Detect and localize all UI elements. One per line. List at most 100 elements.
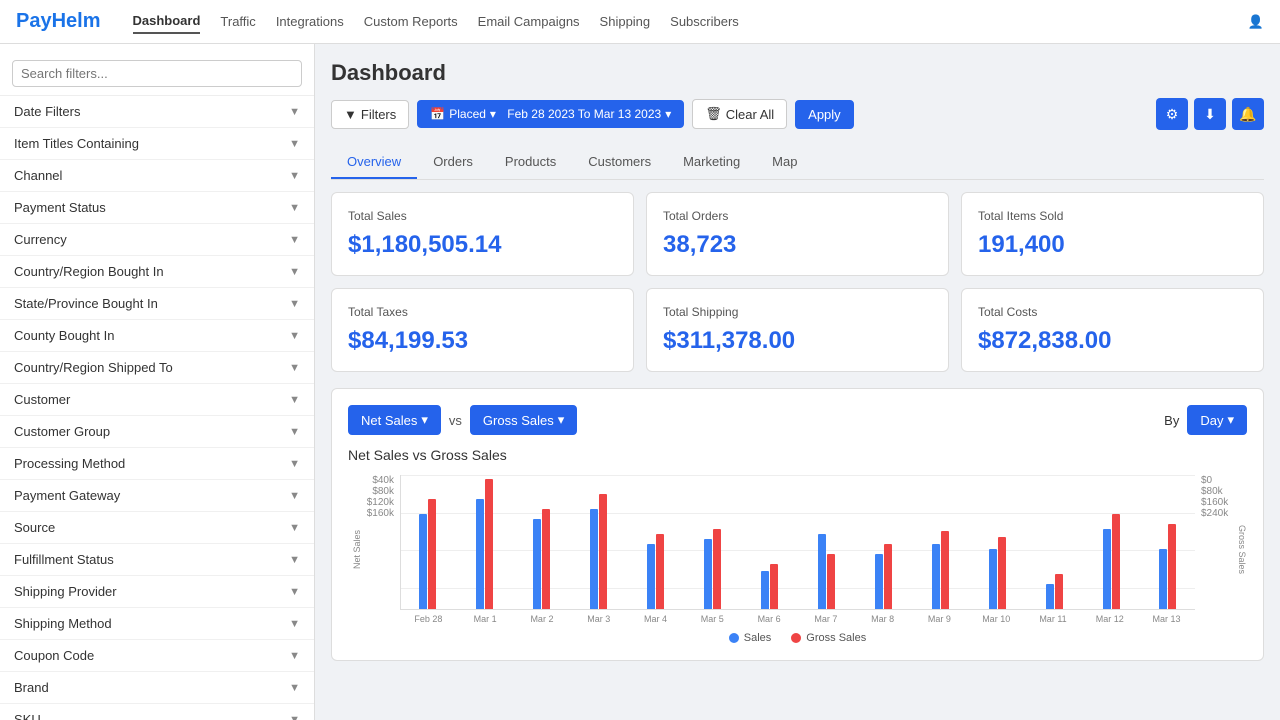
net-sales-button[interactable]: Net Sales ▾ (348, 405, 441, 435)
filter-item-coupon-code[interactable]: Coupon Code▼ (0, 640, 314, 672)
stat-value: $311,378.00 (663, 327, 932, 355)
bar-gross (599, 494, 607, 609)
filter-item-brand[interactable]: Brand▼ (0, 672, 314, 704)
filter-item-source[interactable]: Source▼ (0, 512, 314, 544)
y-tick-left: $80k (362, 486, 394, 497)
bar-group (629, 534, 683, 609)
x-label: Mar 9 (911, 614, 968, 624)
y-axis-right-label: Gross Sales (1233, 475, 1247, 624)
nav-item-custom-reports[interactable]: Custom Reports (364, 10, 458, 33)
y-tick-right: $240k (1201, 508, 1233, 519)
filter-item-country-region-bought-in[interactable]: Country/Region Bought In▼ (0, 256, 314, 288)
bar-group (458, 479, 512, 609)
user-menu[interactable]: 👤 (1248, 14, 1264, 30)
placed-button[interactable]: 📅 Placed ▾ Feb 28 2023 To Mar 13 2023 ▾ (417, 100, 684, 128)
chart-title: Net Sales vs Gross Sales (348, 447, 1247, 463)
filter-item-shipping-method[interactable]: Shipping Method▼ (0, 608, 314, 640)
day-button[interactable]: Day ▾ (1187, 405, 1247, 435)
vs-text: vs (449, 413, 462, 428)
chevron-down-icon: ▾ (490, 107, 496, 121)
nav-item-dashboard[interactable]: Dashboard (133, 9, 201, 34)
filter-item-county-bought-in[interactable]: County Bought In▼ (0, 320, 314, 352)
filter-item-processing-method[interactable]: Processing Method▼ (0, 448, 314, 480)
tab-marketing[interactable]: Marketing (667, 146, 756, 179)
brand-logo[interactable]: PayHelm (16, 10, 101, 33)
bar-gross (941, 531, 949, 609)
chevron-icon: ▼ (289, 202, 300, 214)
tab-map[interactable]: Map (756, 146, 813, 179)
trash-icon: 🗑 (705, 106, 722, 122)
filter-item-payment-status[interactable]: Payment Status ▼ (0, 192, 314, 224)
nav-item-shipping[interactable]: Shipping (600, 10, 651, 33)
filter-item-currency[interactable]: Currency▼ (0, 224, 314, 256)
gross-sales-button[interactable]: Gross Sales ▾ (470, 405, 577, 435)
bar-group (1141, 524, 1195, 609)
stat-label: Total Shipping (663, 305, 932, 319)
nav-item-traffic[interactable]: Traffic (220, 10, 255, 33)
filter-label: Payment Status (14, 200, 106, 215)
nav-item-email-campaigns[interactable]: Email Campaigns (478, 10, 580, 33)
filter-item-state-province-bought-in[interactable]: State/Province Bought In▼ (0, 288, 314, 320)
bar-gross (1168, 524, 1176, 609)
filter-item-sku[interactable]: SKU▼ (0, 704, 314, 720)
stat-label: Total Sales (348, 209, 617, 223)
x-label: Mar 8 (854, 614, 911, 624)
tab-products[interactable]: Products (489, 146, 572, 179)
settings-button[interactable]: ⚙ (1156, 98, 1188, 130)
bar-group (856, 544, 910, 609)
filter-item-date-filters[interactable]: Date Filters▼ (0, 96, 314, 128)
filter-item-payment-gateway[interactable]: Payment Gateway▼ (0, 480, 314, 512)
x-labels: Feb 28Mar 1Mar 2Mar 3Mar 4Mar 5Mar 6Mar … (400, 610, 1195, 624)
stat-card-total-taxes: Total Taxes $84,199.53 (331, 288, 634, 372)
filter-item-item-titles-containing[interactable]: Item Titles Containing▼ (0, 128, 314, 160)
tab-overview[interactable]: Overview (331, 146, 417, 179)
bar-sales (476, 499, 484, 609)
stat-label: Total Orders (663, 209, 932, 223)
stats-grid: Total Sales $1,180,505.14 Total Orders 3… (331, 192, 1264, 372)
chart-section: Net Sales ▾ vs Gross Sales ▾ By Day ▾ Ne… (331, 388, 1264, 661)
bar-gross (1112, 514, 1120, 609)
bar-sales (932, 544, 940, 609)
chart-controls-right: By Day ▾ (1164, 405, 1247, 435)
nav-item-integrations[interactable]: Integrations (276, 10, 344, 33)
download-button[interactable]: ⬇ (1194, 98, 1226, 130)
stat-value: $1,180,505.14 (348, 231, 617, 259)
x-label: Mar 7 (797, 614, 854, 624)
search-input[interactable] (12, 60, 302, 87)
apply-button[interactable]: Apply (795, 100, 854, 129)
stat-card-total-orders: Total Orders 38,723 (646, 192, 949, 276)
chevron-icon-2: ▾ (558, 412, 565, 428)
y-axis-left-label: Net Sales (348, 475, 362, 624)
filters-button[interactable]: ▼ Filters (331, 100, 409, 129)
filter-item-fulfillment-status[interactable]: Fulfillment Status▼ (0, 544, 314, 576)
tab-orders[interactable]: Orders (417, 146, 489, 179)
filter-item-channel[interactable]: Channel▼ (0, 160, 314, 192)
filter-item-customer[interactable]: Customer▼ (0, 384, 314, 416)
grid-line (401, 475, 1195, 476)
chevron-icon: ▼ (289, 234, 300, 246)
chevron-icon: ▼ (289, 554, 300, 566)
chevron-icon: ▼ (289, 266, 300, 278)
filter-item-country-region-shipped-to[interactable]: Country/Region Shipped To▼ (0, 352, 314, 384)
x-label: Mar 11 (1025, 614, 1082, 624)
filter-list: Date Filters▼Item Titles Containing▼Chan… (0, 96, 314, 720)
filter-label: Customer Group (14, 424, 110, 439)
filter-item-shipping-provider[interactable]: Shipping Provider▼ (0, 576, 314, 608)
chevron-icon: ▼ (289, 682, 300, 694)
y-tick-left: $40k (362, 475, 394, 486)
legend-gross: Gross Sales (791, 632, 866, 644)
nav-item-subscribers[interactable]: Subscribers (670, 10, 739, 33)
bar-sales (761, 571, 769, 609)
filter-label: SKU (14, 712, 41, 720)
chevron-icon: ▼ (289, 298, 300, 310)
clear-all-button[interactable]: 🗑 Clear All (692, 99, 787, 129)
bar-group (743, 564, 797, 609)
x-label: Mar 1 (457, 614, 514, 624)
bar-group (1027, 574, 1081, 609)
calendar-icon: 📅 (430, 107, 445, 121)
navbar: PayHelm Dashboard Traffic Integrations Cust… (0, 0, 1280, 44)
notification-button[interactable]: 🔔 (1232, 98, 1264, 130)
bar-group (686, 529, 740, 609)
tab-customers[interactable]: Customers (572, 146, 667, 179)
filter-item-customer-group[interactable]: Customer Group▼ (0, 416, 314, 448)
